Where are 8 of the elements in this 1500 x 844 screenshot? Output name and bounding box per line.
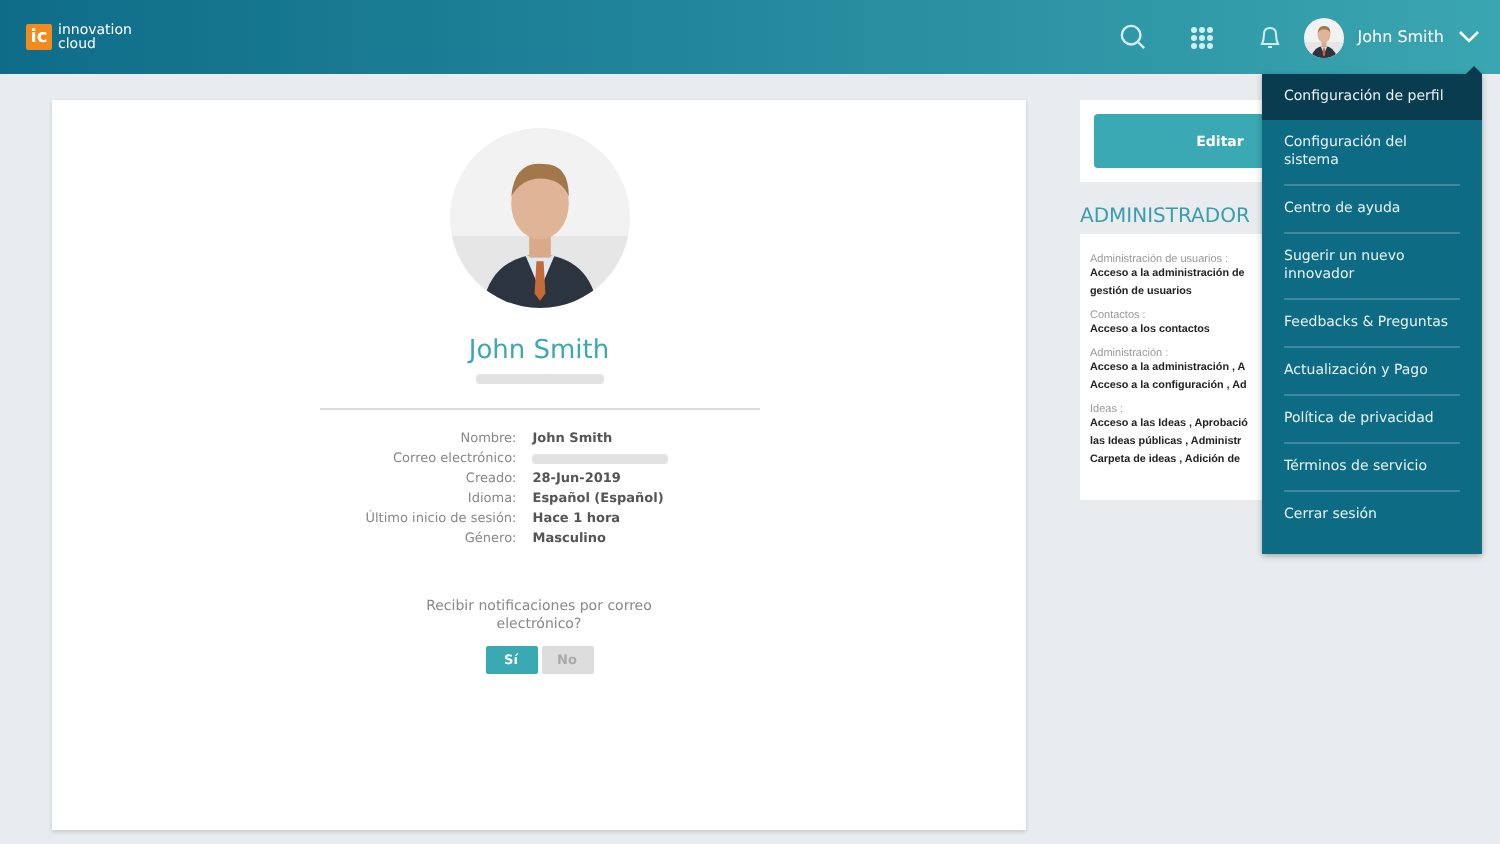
bell-icon[interactable] (1257, 24, 1282, 50)
role-title: ADMINISTRADOR (1080, 206, 1250, 228)
chevron-down-icon[interactable] (1458, 30, 1480, 44)
logo-mark: ic (26, 24, 52, 50)
profile-name: John Smith (468, 336, 610, 366)
grid-icon[interactable] (1189, 25, 1214, 49)
search-icon[interactable] (1119, 24, 1146, 50)
user-name[interactable]: John Smith (1357, 28, 1444, 46)
